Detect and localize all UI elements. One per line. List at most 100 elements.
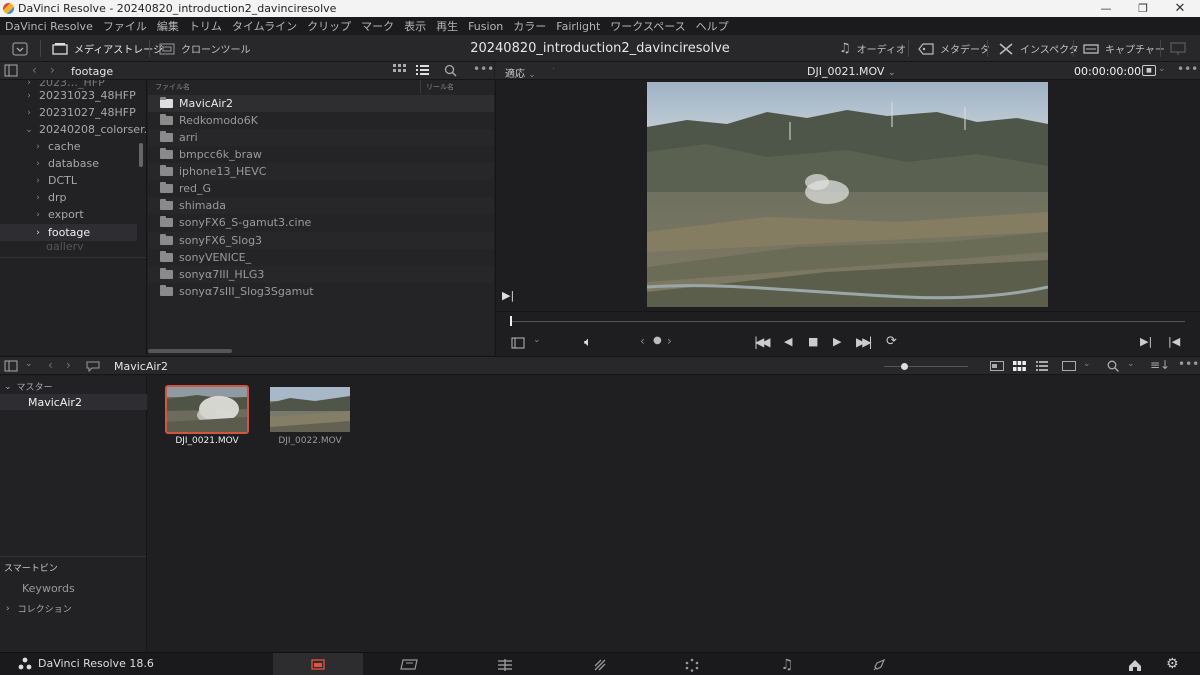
smart-bin-keywords[interactable]: Keywords: [22, 582, 75, 595]
scrubber-bar[interactable]: [495, 311, 1200, 331]
forward-icon[interactable]: ›: [66, 358, 71, 372]
list-view-icon[interactable]: [416, 64, 429, 75]
viewer-layout-icon[interactable]: [511, 337, 525, 349]
go-to-start-icon[interactable]: |◀◀: [754, 335, 770, 349]
col-filename[interactable]: ファイル名: [155, 82, 190, 92]
menu-item-fusion[interactable]: Fusion: [463, 20, 508, 33]
inspector-button[interactable]: インスペクタ: [998, 35, 1079, 62]
thumbnail-view-icon[interactable]: [1013, 361, 1026, 371]
play-icon[interactable]: ▶: [833, 335, 841, 348]
bin-item-selected[interactable]: MavicAir2: [0, 394, 147, 410]
mark-in-icon[interactable]: ▶|: [1140, 335, 1152, 348]
file-row-selected[interactable]: MavicAir2: [148, 95, 494, 112]
tree-item[interactable]: › 20231027_48HFP: [24, 104, 136, 121]
page-cut[interactable]: [364, 653, 454, 675]
clone-tool-button[interactable]: クローンツール: [159, 35, 251, 62]
metadata-view-icon[interactable]: [990, 361, 1004, 371]
menu-item-timeline[interactable]: タイムライン: [227, 18, 302, 34]
audio-button[interactable]: ♫ オーディオ: [839, 35, 906, 62]
restore-icon[interactable]: ❐: [1123, 0, 1163, 17]
menu-item-workspace[interactable]: ワークスペース: [605, 18, 690, 34]
tree-item[interactable]: › database: [33, 155, 99, 172]
menu-item-fairlight[interactable]: Fairlight: [551, 20, 605, 33]
file-row[interactable]: Redkomodo6K: [148, 112, 494, 129]
chevron-down-icon[interactable]: ⌄: [25, 359, 33, 369]
jog-right-icon[interactable]: ›: [667, 334, 672, 348]
menu-item-view[interactable]: 表示: [399, 18, 431, 34]
master-bin[interactable]: ⌄ マスター: [4, 380, 53, 394]
loop-icon[interactable]: ⟳: [886, 334, 897, 349]
rec-format-icon[interactable]: ■: [1142, 65, 1156, 76]
file-row[interactable]: iphone13_HEVC: [148, 163, 494, 180]
tree-item[interactable]: › cache: [33, 138, 80, 155]
tree-scrollbar[interactable]: [139, 143, 143, 167]
tree-item-selected[interactable]: › footage: [0, 224, 137, 241]
toggle-bin-list-icon[interactable]: [4, 360, 18, 372]
tree-item[interactable]: › DCTL: [33, 172, 77, 189]
search-icon[interactable]: [1107, 360, 1119, 372]
menu-item-edit[interactable]: 編集: [152, 18, 184, 34]
file-row[interactable]: sonyα7sIII_Slog3Sgamut: [148, 283, 494, 300]
metadata-button[interactable]: メタデータ: [918, 35, 990, 62]
jog-left-icon[interactable]: ‹: [640, 334, 645, 348]
chevron-down-icon[interactable]: ⌄: [533, 335, 541, 345]
toggle-sidebar-icon[interactable]: [4, 64, 18, 77]
file-row[interactable]: arri: [148, 129, 494, 146]
playhead[interactable]: [510, 316, 512, 326]
grid-view-icon[interactable]: [393, 64, 406, 75]
media-storage-button[interactable]: メディアストレージ: [52, 35, 163, 62]
chevron-down-icon[interactable]: ⌄: [1158, 64, 1166, 74]
tree-item[interactable]: › export: [33, 206, 83, 223]
fit-dropdown[interactable]: 適応 ⌄: [505, 65, 536, 80]
chevron-down-icon[interactable]: ⌄: [1127, 359, 1135, 369]
tree-item[interactable]: › 20231023_48HFP: [24, 87, 136, 104]
page-fusion[interactable]: [555, 653, 645, 675]
collections-item[interactable]: › コレクション: [6, 602, 72, 616]
go-to-in-icon[interactable]: ▶|: [502, 289, 514, 302]
file-row[interactable]: shimada: [148, 197, 494, 214]
collapse-toolbar-button[interactable]: [12, 35, 28, 62]
monitor-button[interactable]: [1170, 35, 1186, 62]
page-fairlight[interactable]: ♫: [742, 653, 832, 675]
file-row[interactable]: bmpcc6k_braw: [148, 146, 494, 163]
page-edit[interactable]: [460, 653, 550, 675]
list-view-icon[interactable]: [1036, 361, 1048, 371]
stop-icon[interactable]: ■: [808, 335, 818, 348]
clip-thumbnail-selected[interactable]: [165, 385, 249, 434]
back-icon[interactable]: ‹: [32, 63, 37, 77]
menu-item-trim[interactable]: トリム: [184, 18, 227, 34]
menu-item-file[interactable]: ファイル: [98, 18, 152, 34]
viewer-frame[interactable]: [647, 82, 1048, 307]
menu-item-clip[interactable]: クリップ: [302, 18, 356, 34]
menu-item-playback[interactable]: 再生: [431, 18, 463, 34]
capture-button[interactable]: キャプチャー: [1083, 35, 1165, 62]
clip-thumbnail[interactable]: [270, 387, 350, 432]
page-media[interactable]: [273, 653, 363, 675]
more-options-icon[interactable]: •••: [1177, 62, 1198, 76]
menu-item-help[interactable]: ヘルプ: [691, 18, 734, 34]
timeline-view-icon[interactable]: [1062, 361, 1076, 371]
more-options-icon[interactable]: •••: [1178, 357, 1199, 371]
jog-dot-icon[interactable]: ●: [653, 335, 662, 346]
close-icon[interactable]: ✕: [1160, 0, 1200, 17]
chevron-down-icon[interactable]: ⌄: [1083, 359, 1091, 369]
file-list-hscrollbar[interactable]: [148, 349, 232, 353]
bin-chat-icon[interactable]: [86, 360, 100, 372]
tree-item[interactable]: › drp: [33, 189, 66, 206]
search-icon[interactable]: [444, 64, 457, 77]
forward-icon[interactable]: ›: [50, 63, 55, 77]
volume-icon[interactable]: 🔈︎: [584, 335, 592, 350]
sort-icon[interactable]: ≡↓: [1150, 358, 1170, 372]
menu-item-color[interactable]: カラー: [508, 18, 551, 34]
minimize-icon[interactable]: —: [1086, 0, 1126, 17]
file-row[interactable]: red_G: [148, 180, 494, 197]
col-reelname[interactable]: リール名: [426, 82, 454, 92]
tree-item[interactable]: ⌄ 20240208_colorser...: [24, 121, 146, 138]
home-icon[interactable]: [1128, 657, 1142, 675]
file-row[interactable]: sonyVENICE_: [148, 249, 494, 266]
menu-item-mark[interactable]: マーク: [356, 18, 399, 34]
thumb-size-handle[interactable]: [901, 363, 908, 370]
file-row[interactable]: sonyFX6_S-gamut3.cine: [148, 214, 494, 231]
file-row[interactable]: sonyFX6_Slog3: [148, 232, 494, 249]
settings-gear-icon[interactable]: ⚙︎: [1166, 656, 1179, 672]
